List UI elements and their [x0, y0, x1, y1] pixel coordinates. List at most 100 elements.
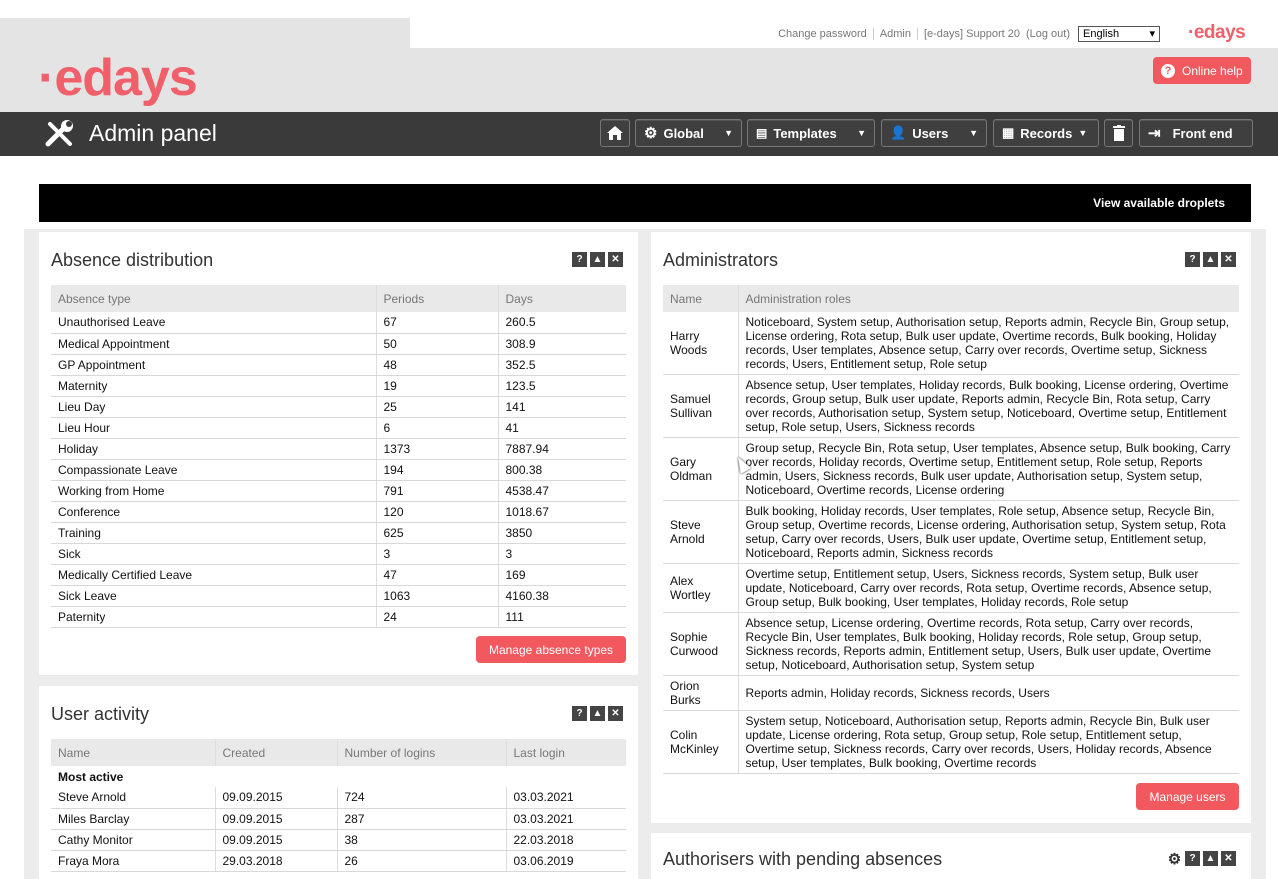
collapse-icon[interactable]: ▲ — [1203, 252, 1218, 267]
column-header[interactable]: Name — [663, 285, 739, 312]
account-links: Change password Admin [e-days] Support 2… — [772, 26, 1160, 42]
admin-roles: Noticeboard, System setup, Authorisation… — [738, 312, 1239, 375]
chevron-down-icon: ▼ — [1078, 128, 1088, 138]
home-button[interactable] — [600, 119, 630, 147]
column-header[interactable]: Periods — [376, 285, 499, 312]
table-cell: Cathy Monitor — [51, 829, 216, 851]
panel-controls: ? ▲ ✕ — [572, 706, 623, 721]
table-cell: 308.9 — [498, 333, 626, 355]
help-icon[interactable]: ? — [572, 252, 587, 267]
table-cell: 41 — [498, 417, 626, 439]
chevron-down-icon: ▼ — [969, 128, 978, 138]
panel-title: User activity — [51, 704, 150, 724]
small-logo: ·edays — [1188, 22, 1246, 43]
table-cell: Paternity — [51, 606, 377, 628]
table-cell: 169 — [498, 564, 626, 586]
table-row: Working from Home 791 4538.47 — [51, 480, 626, 502]
help-icon[interactable]: ? — [1185, 252, 1200, 267]
edays-logo[interactable]: ·edays — [38, 46, 198, 110]
table-cell: 03.03.2021 — [506, 787, 626, 809]
language-select[interactable]: English ▾ — [1078, 26, 1160, 42]
table-cell: 26 — [337, 850, 507, 872]
table-row: Lieu Day 25 141 — [51, 396, 626, 418]
nav-users[interactable]: 👤 Users ▼ — [881, 119, 987, 147]
column-header[interactable]: Days — [498, 285, 626, 312]
table-row: Medically Certified Leave 47 169 — [51, 564, 626, 586]
table-row: Sophie Curwood Absence setup, License ord… — [663, 612, 1239, 676]
chevron-down-icon: ▾ — [1149, 28, 1155, 40]
table-cell: Lieu Hour — [51, 417, 377, 439]
panel-controls: ? ▲ ✕ — [1185, 252, 1236, 267]
change-password-link[interactable]: Change password — [772, 28, 874, 40]
close-icon[interactable]: ✕ — [608, 252, 623, 267]
table-row: Harry Woods Noticeboard, System setup, Au… — [663, 312, 1239, 375]
table-cell: 120 — [376, 501, 499, 523]
table-cell: 800.38 — [498, 459, 626, 481]
collapse-icon[interactable]: ▲ — [590, 706, 605, 721]
column-header[interactable]: Created — [215, 739, 338, 766]
tools-icon — [45, 120, 73, 147]
view-droplets-link[interactable]: View available droplets — [1093, 196, 1225, 210]
table-cell: 03.03.2021 — [506, 808, 626, 830]
gear-icon: ⚙ — [644, 125, 658, 142]
table-cell: 24 — [376, 606, 499, 628]
admin-link[interactable]: Admin — [874, 28, 918, 40]
front-end-button[interactable]: ⇥ Front end — [1139, 119, 1253, 147]
close-icon[interactable]: ✕ — [1221, 851, 1236, 866]
table-cell: Steve Arnold — [51, 787, 216, 809]
manage-absence-types-button[interactable]: Manage absence types — [476, 636, 626, 663]
table-cell: 4160.38 — [498, 585, 626, 607]
table-cell: 25 — [376, 396, 499, 418]
document-icon: ▦ — [1002, 125, 1015, 140]
table-cell: 141 — [498, 396, 626, 418]
activity-table: Name Created Number of logins Last login… — [51, 739, 626, 872]
nav-global-label: Global — [663, 125, 704, 141]
authorisers-panel: Authorisers with pending absences ⚙? ▲ ✕ — [651, 833, 1251, 879]
table-cell: 09.09.2015 — [215, 787, 338, 809]
column-header[interactable]: Last login — [506, 739, 626, 766]
recycle-bin-button[interactable] — [1104, 119, 1133, 147]
collapse-icon[interactable]: ▲ — [1203, 851, 1218, 866]
close-icon[interactable]: ✕ — [1221, 252, 1236, 267]
gear-icon[interactable]: ⚙ — [1167, 851, 1182, 868]
collapse-icon[interactable]: ▲ — [590, 252, 605, 267]
table-cell: Sick — [51, 543, 377, 565]
top-strip-grey — [0, 18, 410, 48]
absence-distribution-panel: Absence distribution ? ▲ ✕ Absence type Pe… — [39, 232, 638, 675]
droplets-bar: View available droplets — [39, 184, 1251, 222]
chevron-down-icon: ▼ — [724, 128, 733, 138]
table-cell: Training — [51, 522, 377, 544]
column-header[interactable]: Administration roles — [738, 285, 1239, 312]
column-header[interactable]: Name — [51, 739, 216, 766]
nav-templates[interactable]: ▤ Templates ▼ — [747, 119, 875, 147]
admin-name: Colin McKinley — [663, 710, 739, 774]
chevron-down-icon: ▼ — [857, 128, 866, 138]
table-cell: 3850 — [498, 522, 626, 544]
logout-link[interactable]: (Log out) — [1026, 28, 1076, 40]
table-row: Paternity 24 111 — [51, 606, 626, 628]
table-cell: 19 — [376, 375, 499, 397]
help-icon[interactable]: ? — [572, 706, 587, 721]
sign-in-icon: ⇥ — [1148, 125, 1161, 142]
help-icon: ? — [1161, 63, 1175, 78]
table-row: Colin McKinley System setup, Noticeboard,… — [663, 710, 1239, 774]
panel-controls: ? ▲ ✕ — [572, 252, 623, 267]
table-cell: 6 — [376, 417, 499, 439]
nav-global[interactable]: ⚙ Global ▼ — [635, 119, 742, 147]
table-row: Holiday 1373 7887.94 — [51, 438, 626, 460]
table-row: Steve Arnold 09.09.2015 724 03.03.2021 — [51, 787, 626, 809]
help-icon[interactable]: ? — [1185, 851, 1200, 866]
table-cell: GP Appointment — [51, 354, 377, 376]
online-help-button[interactable]: ? Online help — [1153, 57, 1251, 84]
table-cell: 1018.67 — [498, 501, 626, 523]
close-icon[interactable]: ✕ — [608, 706, 623, 721]
table-row: Medical Appointment 50 308.9 — [51, 333, 626, 355]
nav-records[interactable]: ▦ Records ▼ — [993, 119, 1099, 147]
administrators-table: Name Administration roles Harry Woods Not… — [663, 285, 1239, 774]
table-row: Samuel Sullivan Absence setup, User templ… — [663, 374, 1239, 438]
table-cell: 1373 — [376, 438, 499, 460]
manage-users-button[interactable]: Manage users — [1136, 783, 1239, 810]
column-header[interactable]: Absence type — [51, 285, 377, 312]
column-header[interactable]: Number of logins — [337, 739, 507, 766]
table-cell: Sick Leave — [51, 585, 377, 607]
